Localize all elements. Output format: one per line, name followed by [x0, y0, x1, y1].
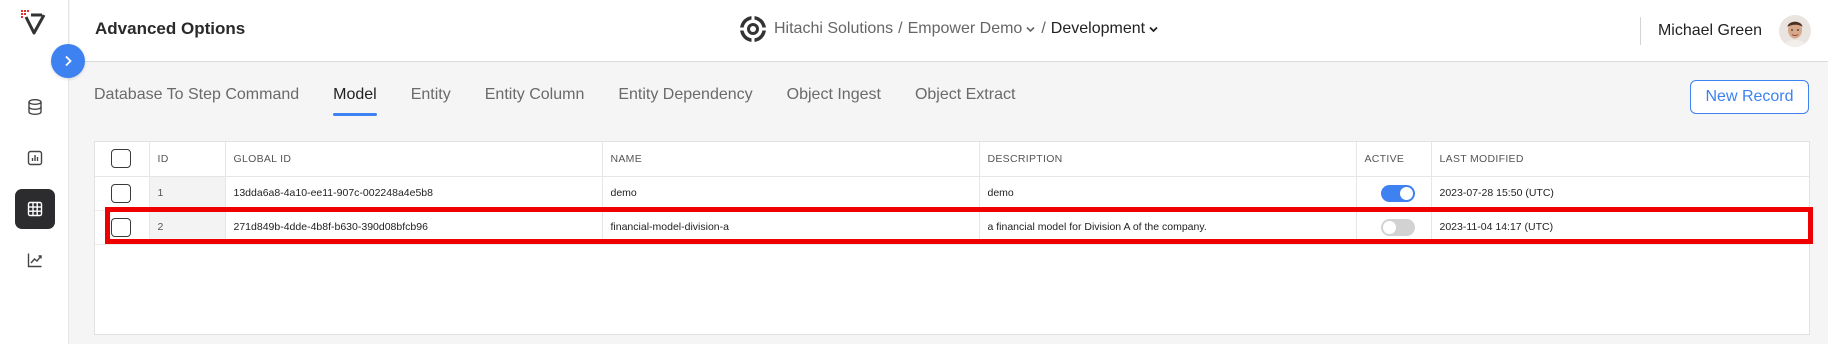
row-select-cell [95, 176, 150, 211]
tab-entity-dependency[interactable]: Entity Dependency [618, 86, 752, 116]
toggle-knob [1382, 220, 1396, 234]
table-row[interactable]: 1 13dda6a8-4a10-ee11-907c-002248a4e5b8 d… [95, 176, 1809, 211]
cell-description: demo [979, 176, 1357, 211]
breadcrumb-separator: / [1041, 20, 1046, 37]
table-header-row: ID GLOBAL ID NAME DESCRIPTION ACTIVE LAS… [95, 142, 1809, 177]
records-table: ID GLOBAL ID NAME DESCRIPTION ACTIVE LAS… [94, 141, 1810, 335]
user-name[interactable]: Michael Green [1658, 22, 1762, 40]
tab-object-extract[interactable]: Object Extract [915, 86, 1015, 116]
tab-bar: Database To Step Command Model Entity En… [94, 86, 1049, 116]
organization-logo-icon [739, 15, 767, 43]
column-header-last-modified[interactable]: LAST MODIFIED [1431, 142, 1809, 177]
chevron-down-icon[interactable] [1148, 24, 1159, 35]
sidebar-item-data[interactable] [15, 87, 55, 127]
chevron-down-icon[interactable] [1025, 24, 1036, 35]
line-chart-icon [27, 253, 42, 268]
cell-name: financial-model-division-a [602, 210, 980, 245]
tab-entity-column[interactable]: Entity Column [485, 86, 585, 116]
database-icon [28, 99, 42, 116]
tab-entity[interactable]: Entity [411, 86, 451, 116]
breadcrumb-separator: / [898, 20, 903, 37]
cell-name: demo [602, 176, 980, 211]
sidebar-item-advanced-options[interactable] [15, 189, 55, 229]
table-row[interactable]: 2 271d849b-4dde-4b8f-b630-390d08bfcb96 f… [95, 210, 1809, 245]
tab-object-ingest[interactable]: Object Ingest [787, 86, 881, 116]
tab-database-to-step-command[interactable]: Database To Step Command [94, 86, 299, 116]
user-menu[interactable]: Michael Green [1639, 0, 1828, 62]
row-select-cell [95, 210, 150, 245]
column-header-active[interactable]: ACTIVE [1356, 142, 1432, 177]
cell-id: 2 [149, 210, 226, 245]
context-switcher: Hitachi Solutions / Empower Demo / Devel… [738, 13, 1164, 45]
sidebar-item-reports[interactable] [15, 138, 55, 178]
sidebar-expand-button[interactable] [51, 44, 85, 78]
bar-chart-icon [27, 150, 43, 166]
top-header: Advanced Options Hitachi Solutions / Emp… [70, 0, 1828, 62]
divider [1639, 17, 1641, 45]
cell-id: 1 [149, 176, 226, 211]
cell-last-modified: 2023-07-28 15:50 (UTC) [1431, 176, 1809, 211]
active-toggle[interactable] [1380, 218, 1415, 236]
column-header-global-id[interactable]: GLOBAL ID [225, 142, 603, 177]
cell-active [1356, 176, 1432, 211]
column-header-id[interactable]: ID [149, 142, 226, 177]
cell-global-id: 271d849b-4dde-4b8f-b630-390d08bfcb96 [225, 210, 603, 245]
chevron-right-icon [65, 55, 72, 67]
environment-selector[interactable]: Development [1051, 20, 1145, 38]
select-all-cell [95, 142, 150, 177]
user-avatar-image [1779, 15, 1811, 47]
cell-global-id: 13dda6a8-4a10-ee11-907c-002248a4e5b8 [225, 176, 603, 211]
row-checkbox[interactable] [111, 183, 131, 203]
new-record-button[interactable]: New Record [1690, 80, 1809, 114]
organization-name[interactable]: Hitachi Solutions [774, 20, 893, 38]
row-checkbox[interactable] [111, 217, 131, 237]
sidebar-item-analytics[interactable] [15, 240, 55, 280]
app-logo[interactable] [20, 9, 48, 35]
cell-description: a financial model for Division A of the … [979, 210, 1357, 245]
cell-last-modified: 2023-11-04 14:17 (UTC) [1431, 210, 1809, 245]
active-toggle[interactable] [1380, 184, 1415, 202]
page-title: Advanced Options [95, 19, 246, 38]
toggle-knob [1399, 186, 1413, 200]
table-grid-icon [27, 201, 43, 217]
column-header-description[interactable]: DESCRIPTION [979, 142, 1357, 177]
select-all-checkbox[interactable] [111, 149, 131, 169]
cell-active [1356, 210, 1432, 245]
avatar[interactable] [1779, 15, 1811, 47]
project-selector[interactable]: Empower Demo [908, 20, 1023, 38]
column-header-name[interactable]: NAME [602, 142, 980, 177]
tab-model[interactable]: Model [333, 86, 377, 116]
